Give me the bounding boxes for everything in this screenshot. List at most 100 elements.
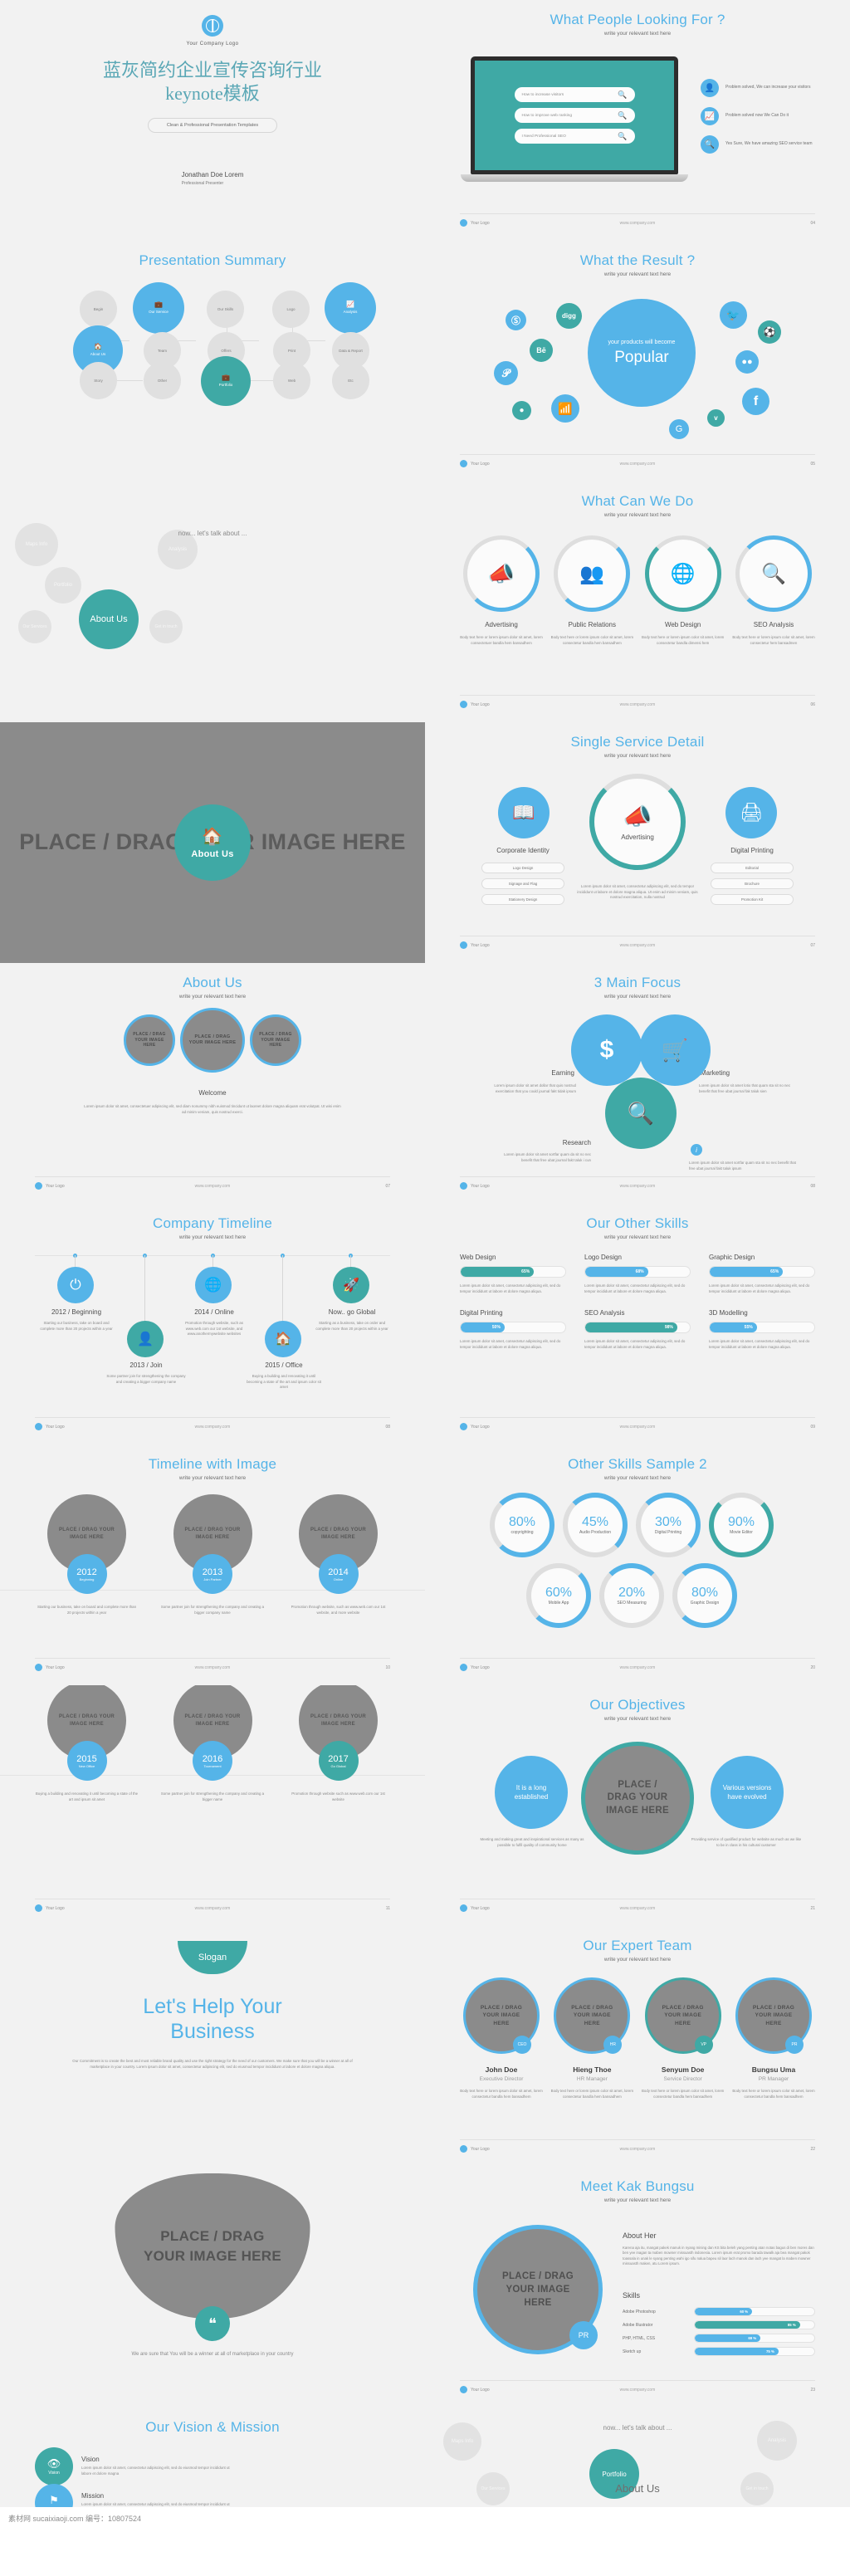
flickr-icon[interactable]: ●● — [735, 350, 759, 374]
rocket-icon[interactable]: 🚀 — [333, 1267, 369, 1303]
digg-icon[interactable]: digg — [556, 303, 582, 329]
globe-icon[interactable]: 🌐 — [195, 1267, 232, 1303]
team-member-card[interactable]: PLACE / DRAG YOUR IMAGE HERE HR Hieng Th… — [550, 1977, 633, 2099]
skill-grid: Web Design 65% Lorem ipsum dolor sit ame… — [460, 1254, 815, 1350]
quote-image-placeholder[interactable]: PLACE / DRAG YOUR IMAGE HERE — [115, 2173, 310, 2319]
bubble-maps-info[interactable]: Maps Info — [15, 523, 58, 566]
donut-chart[interactable]: 80% Graphic Design — [672, 1563, 737, 1628]
bubble-get-in-touch[interactable]: Get in touch — [149, 610, 183, 643]
profile-photo[interactable]: PLACE / DRAG YOUR IMAGE HERE PR — [473, 2225, 603, 2354]
cart-icon[interactable]: 🛒 — [639, 1014, 711, 1086]
search-input[interactable]: I Need Professional SEO 🔍 — [514, 129, 635, 144]
summary-node-web[interactable]: Web — [273, 362, 310, 399]
bubble-analysis[interactable]: Analysis — [757, 2421, 797, 2461]
skill-row: Adobe Illustrator 85 % — [623, 2320, 815, 2329]
donut-chart[interactable]: 80% copyrighting — [490, 1493, 554, 1557]
timeline-year-card[interactable]: PLACE / DRAG YOUR IMAGE HERE 2014 Online… — [286, 1494, 390, 1615]
service-card-list: 📣 Advertising Body text here or lorem ip… — [460, 535, 815, 646]
search-icon: 🔍 — [761, 562, 786, 585]
skill-row: Adobe Photoshop 60 % — [623, 2307, 815, 2316]
vision-circle[interactable]: 👁 Vision — [35, 2447, 73, 2486]
twitter-icon[interactable]: 🐦 — [720, 301, 747, 329]
rss-icon[interactable]: 📶 — [551, 394, 579, 423]
service-card[interactable]: 🌐 Web Design Body text here or lorem ips… — [642, 535, 725, 646]
bubble-our-services[interactable]: Our Services — [18, 610, 51, 643]
image-placeholder[interactable]: PLACE / DRAG YOUR IMAGE HERE — [180, 1008, 245, 1073]
book-icon[interactable]: 📖 — [498, 787, 550, 838]
summary-node-etc[interactable]: Etc — [332, 362, 369, 399]
objective-right-bubble[interactable]: Various versions have evolved — [711, 1756, 784, 1829]
donut-chart[interactable]: 90% Movie Editor — [709, 1493, 774, 1557]
about-us-label: About Us — [615, 2482, 660, 2495]
dollar-icon[interactable]: $ — [571, 1014, 642, 1086]
timeline-year-card[interactable]: PLACE / DRAG YOUR IMAGE HERE 2013 Join P… — [161, 1494, 265, 1615]
objective-left-bubble[interactable]: It is a long established — [495, 1756, 568, 1829]
donut-chart[interactable]: 60% Mobile App — [526, 1563, 591, 1628]
service-card[interactable]: 👥 Public Relations Body text here or lor… — [550, 535, 633, 646]
chip-editorial[interactable]: Editorial — [711, 863, 794, 873]
vimeo-icon[interactable]: v — [707, 409, 725, 427]
summary-node-analysis[interactable]: 📈 Analysis — [325, 282, 376, 334]
bubble-about-us[interactable]: About Us — [79, 589, 139, 649]
power-icon[interactable]: ⏻ — [57, 1267, 94, 1303]
google-icon[interactable]: G — [669, 419, 689, 439]
team-member-card[interactable]: PLACE / DRAG YOUR IMAGE HERE VP Senyum D… — [642, 1977, 725, 2099]
chip-signage[interactable]: Signage and Flag — [481, 878, 564, 889]
slide-subtitle: write your relevant text here — [178, 1234, 247, 1240]
chip-stationery[interactable]: Stationery Design — [481, 894, 564, 905]
image-placeholder[interactable]: PLACE / DRAG YOUR IMAGE HERE — [250, 1014, 301, 1066]
donut-chart[interactable]: 30% Digital Printing — [636, 1493, 701, 1557]
about-us-badge[interactable]: 🏠 About Us — [174, 804, 251, 881]
bubble-portfolio[interactable]: Portfolio — [45, 567, 81, 604]
summary-node-portfolio[interactable]: 💼 Portfolio — [201, 356, 251, 406]
behance-icon[interactable]: Bē — [530, 339, 553, 362]
chip-promotion-kit[interactable]: Promotion Kit — [711, 894, 794, 905]
summary-node-other[interactable]: Other — [144, 362, 181, 399]
service-card[interactable]: 📣 Advertising Body text here or lorem ip… — [460, 535, 543, 646]
corporate-identity-block: Corporate Identity Logo Design Signage a… — [481, 847, 564, 905]
timeline-year-card[interactable]: PLACE / DRAG YOUR IMAGE HERE 2017 Go Glo… — [286, 1685, 390, 1802]
logo-icon — [460, 219, 467, 227]
summary-node-begin[interactable]: Begin — [80, 291, 117, 328]
objective-image-placeholder[interactable]: PLACE / DRAG YOUR IMAGE HERE — [581, 1742, 694, 1855]
summary-node-story[interactable]: Story — [80, 362, 117, 399]
bubble-our-services[interactable]: Our Services — [476, 2472, 510, 2505]
pinterest-icon[interactable]: 𝒫 — [494, 361, 518, 385]
dribbble-icon[interactable]: ● — [512, 401, 531, 420]
chip-logo-design[interactable]: Logo Design — [481, 863, 564, 873]
info-icon[interactable]: i — [691, 1144, 702, 1156]
home-icon[interactable]: 🏠 — [265, 1321, 301, 1357]
user-plus-icon[interactable]: 👤 — [127, 1321, 164, 1357]
search-input[interactable]: How to improve web ranking 🔍 — [514, 108, 635, 123]
slide-our-expert-team: Our Expert Team write your relevant text… — [425, 1926, 850, 2167]
bubble-cloud: Maps Info Portfolio Our Services About U… — [0, 481, 425, 722]
printer-icon[interactable]: 🖨 — [725, 787, 777, 838]
donut-chart[interactable]: 45% Audio Production — [563, 1493, 628, 1557]
slide-subtitle: write your relevant text here — [603, 1716, 672, 1722]
slide-subtitle: write your relevant text here — [603, 1475, 672, 1481]
service-card[interactable]: 🔍 SEO Analysis Body text here or lorem i… — [732, 535, 815, 646]
search-icon[interactable]: 🔍 — [605, 1078, 677, 1149]
chip-brochure[interactable]: Brochure — [711, 878, 794, 889]
timeline-year-card[interactable]: PLACE / DRAG YOUR IMAGE HERE 2015 New Of… — [35, 1685, 139, 1802]
slide-vision-mission: Our Vision & Mission 👁 Vision Vision Lor… — [0, 2407, 425, 2507]
mission-circle[interactable]: ⚑ Mission — [35, 2484, 73, 2507]
timeline-year-card[interactable]: PLACE / DRAG YOUR IMAGE HERE 2012 Beginn… — [35, 1494, 139, 1615]
wordpress-icon[interactable]: Ⓢ — [506, 310, 526, 330]
summary-node-our-service[interactable]: 💼 Our Service — [133, 282, 184, 334]
team-member-card[interactable]: PLACE / DRAG YOUR IMAGE HERE CEO John Do… — [460, 1977, 543, 2099]
center-service-ring[interactable]: 📣 Advertising — [589, 774, 686, 870]
team-member-card[interactable]: PLACE / DRAG YOUR IMAGE HERE PR Bungsu U… — [732, 1977, 815, 2099]
facebook-icon[interactable]: f — [742, 388, 769, 415]
dribbble-icon[interactable]: ⚽ — [758, 320, 781, 344]
timeline-year-card[interactable]: PLACE / DRAG YOUR IMAGE HERE 2016 Tourna… — [161, 1685, 265, 1802]
user-plus-icon: 👤 — [701, 79, 719, 97]
image-placeholder[interactable]: PLACE / DRAG YOUR IMAGE HERE — [124, 1014, 175, 1066]
search-input[interactable]: How to increase visitors 🔍 — [514, 87, 635, 102]
bubble-maps-info[interactable]: Maps Info — [443, 2422, 481, 2461]
donut-chart[interactable]: 20% SEO Measuring — [599, 1563, 664, 1628]
summary-node-our-skills[interactable]: Our Skills — [207, 291, 244, 328]
bubble-get-in-touch[interactable]: Get in touch — [740, 2472, 774, 2505]
summary-node-logo[interactable]: Logo — [272, 291, 310, 328]
slide-subtitle: write your relevant text here — [178, 1475, 247, 1481]
